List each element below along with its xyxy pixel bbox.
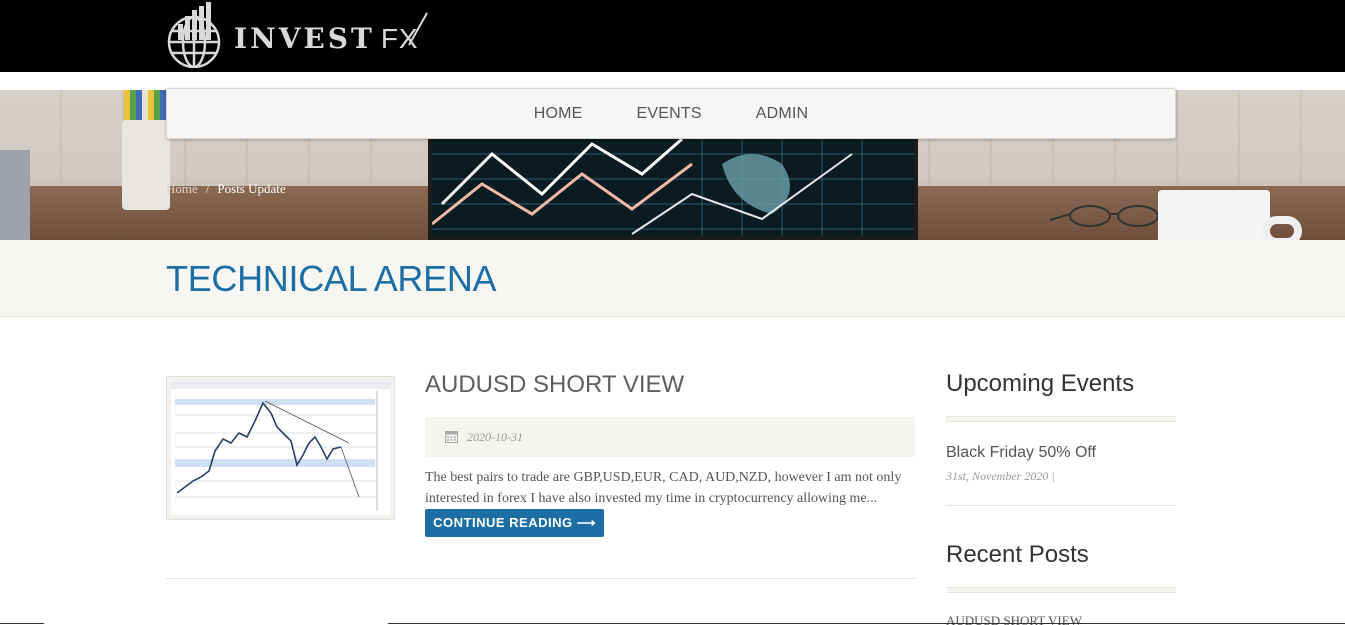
site-logo[interactable]: INVEST FX	[166, 2, 428, 68]
sidebar-divider	[946, 505, 1176, 506]
post-date: 2020-10-31	[467, 430, 523, 444]
post-meta: 2020-10-31	[425, 417, 915, 457]
nav-item-admin[interactable]: ADMIN	[729, 105, 836, 123]
swoosh-icon	[407, 12, 428, 45]
nav-menu: HOME EVENTS ADMIN	[167, 89, 1175, 138]
breadcrumb-current: Posts Update	[217, 181, 286, 196]
hero-chart-graphic	[432, 134, 914, 236]
upcoming-events-rule	[946, 416, 1176, 422]
chart-thumbnail-icon	[171, 381, 390, 511]
post-title-link[interactable]: AUDUSD SHORT VIEW	[425, 371, 684, 399]
upcoming-events-heading: Upcoming Events	[946, 370, 1135, 397]
nav-item-home[interactable]: HOME	[507, 105, 610, 123]
recent-posts-rule	[946, 587, 1176, 593]
nav-item-events[interactable]: EVENTS	[610, 105, 729, 123]
recent-posts-heading: Recent Posts	[946, 541, 1089, 568]
event-date: 31st, November 2020 |	[946, 469, 1055, 483]
brand-name-fx: FX	[381, 12, 428, 54]
breadcrumb-home-link[interactable]: Home	[166, 181, 198, 196]
hero-tray	[0, 150, 30, 240]
brand-name-invest: INVEST	[234, 21, 375, 55]
event-link[interactable]: Black Friday 50% Off	[946, 444, 1096, 462]
continue-reading-button[interactable]: CONTINUE READING ⟶	[425, 509, 604, 537]
post-thumbnail-image	[171, 381, 390, 515]
site-header: INVEST FX	[0, 0, 1345, 72]
hero-glasses	[1050, 205, 1159, 227]
post-thumbnail[interactable]	[166, 376, 395, 520]
calendar-icon	[445, 431, 458, 443]
hero-mug-handle	[1262, 216, 1302, 240]
page-title: TECHNICAL ARENA	[166, 258, 497, 299]
main-navigation: HOME EVENTS ADMIN	[166, 88, 1176, 139]
hero-monitor	[428, 130, 918, 240]
brand-name: INVEST FX	[234, 12, 428, 55]
breadcrumb-separator: /	[205, 181, 210, 196]
globe-chart-logo-icon	[167, 2, 221, 68]
breadcrumb: Home / Posts Update	[166, 181, 286, 197]
post-excerpt: The best pairs to trade are GBP,USD,EUR,…	[425, 470, 902, 506]
hero-mug	[1158, 190, 1270, 240]
post-divider	[166, 578, 916, 579]
hero-pencil-cup	[122, 120, 170, 210]
